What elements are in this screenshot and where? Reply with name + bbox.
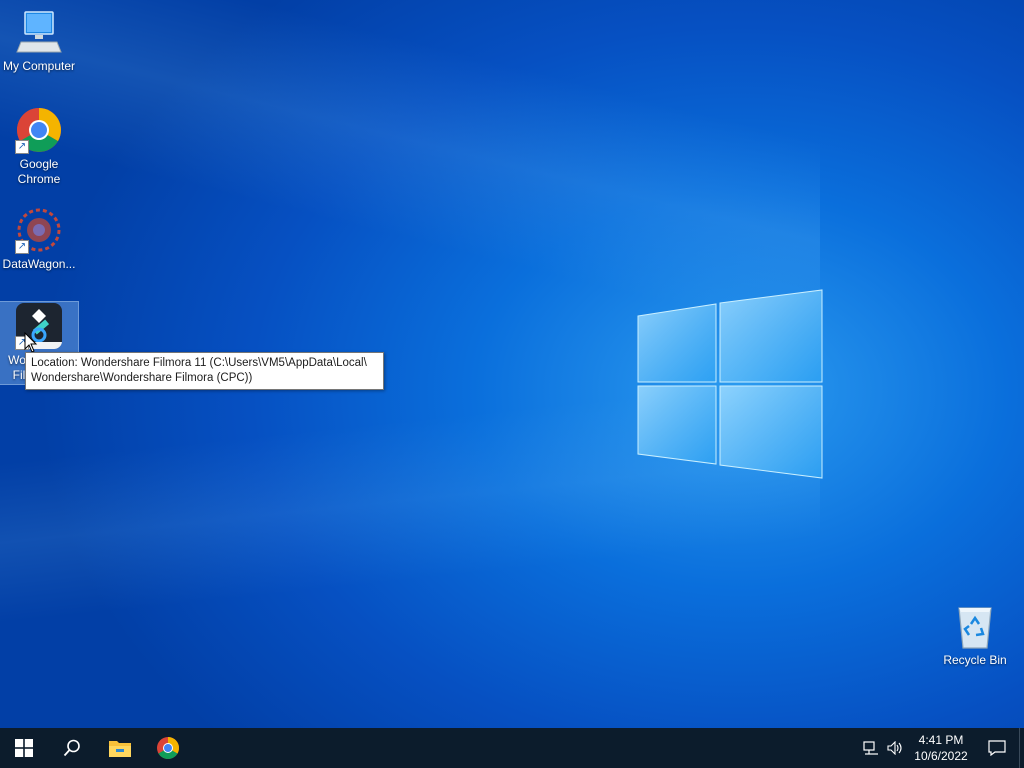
search-button[interactable] <box>48 728 96 768</box>
chrome-icon: ↗ <box>15 106 63 154</box>
desktop-icon-my-computer[interactable]: My Computer <box>0 8 78 74</box>
tooltip-line: Wondershare\Wondershare Filmora (CPC)) <box>31 372 253 384</box>
windows-logo-wallpaper <box>637 289 823 479</box>
volume-icon <box>887 741 902 755</box>
recycle-bin-icon <box>951 602 999 650</box>
search-icon <box>63 739 80 757</box>
file-explorer-button[interactable] <box>96 728 144 768</box>
shortcut-location-tooltip: Location: Wondershare Filmora 11 (C:\Use… <box>25 352 384 390</box>
network-button[interactable] <box>859 728 883 768</box>
desktop-icon-label: Recycle Bin <box>943 653 1007 667</box>
shortcut-arrow-icon: ↗ <box>15 240 29 254</box>
shortcut-arrow-icon: ↗ <box>15 140 29 154</box>
file-explorer-icon <box>109 741 131 757</box>
network-icon <box>863 741 878 755</box>
volume-button[interactable] <box>883 728 907 768</box>
desktop-icon-recycle-bin[interactable]: Recycle Bin <box>936 602 1014 668</box>
notification-icon <box>988 740 1006 756</box>
tooltip-line: Location: Wondershare Filmora 11 (C:\Use… <box>31 357 367 369</box>
start-icon <box>15 739 33 757</box>
desktop-icon-label: My Computer <box>2 59 76 73</box>
computer-icon <box>15 8 63 56</box>
desktop-icon-google-chrome[interactable]: ↗ Google Chrome <box>0 106 78 187</box>
start-button[interactable] <box>0 728 48 768</box>
filmora-icon: ↗ <box>15 302 63 350</box>
show-desktop-button[interactable] <box>1019 728 1024 768</box>
desktop-icon-label: DataWagon... <box>2 257 76 271</box>
clock-time: 4:41 PM <box>918 733 964 747</box>
action-center-button[interactable] <box>975 728 1019 768</box>
chrome-icon <box>157 737 179 759</box>
taskbar-clock[interactable]: 4:41 PM 10/6/2022 <box>907 732 975 764</box>
chrome-taskbar-button[interactable] <box>144 728 192 768</box>
system-tray: 4:41 PM 10/6/2022 <box>859 728 1024 768</box>
taskbar: 4:41 PM 10/6/2022 <box>0 728 1024 768</box>
desktop-icon-label: Google Chrome <box>17 157 61 186</box>
datawagon-icon: ↗ <box>15 206 63 254</box>
desktop-icon-datawagon[interactable]: ↗ DataWagon... <box>0 206 78 272</box>
clock-date: 10/6/2022 <box>914 749 968 763</box>
mouse-pointer-icon <box>24 332 38 353</box>
